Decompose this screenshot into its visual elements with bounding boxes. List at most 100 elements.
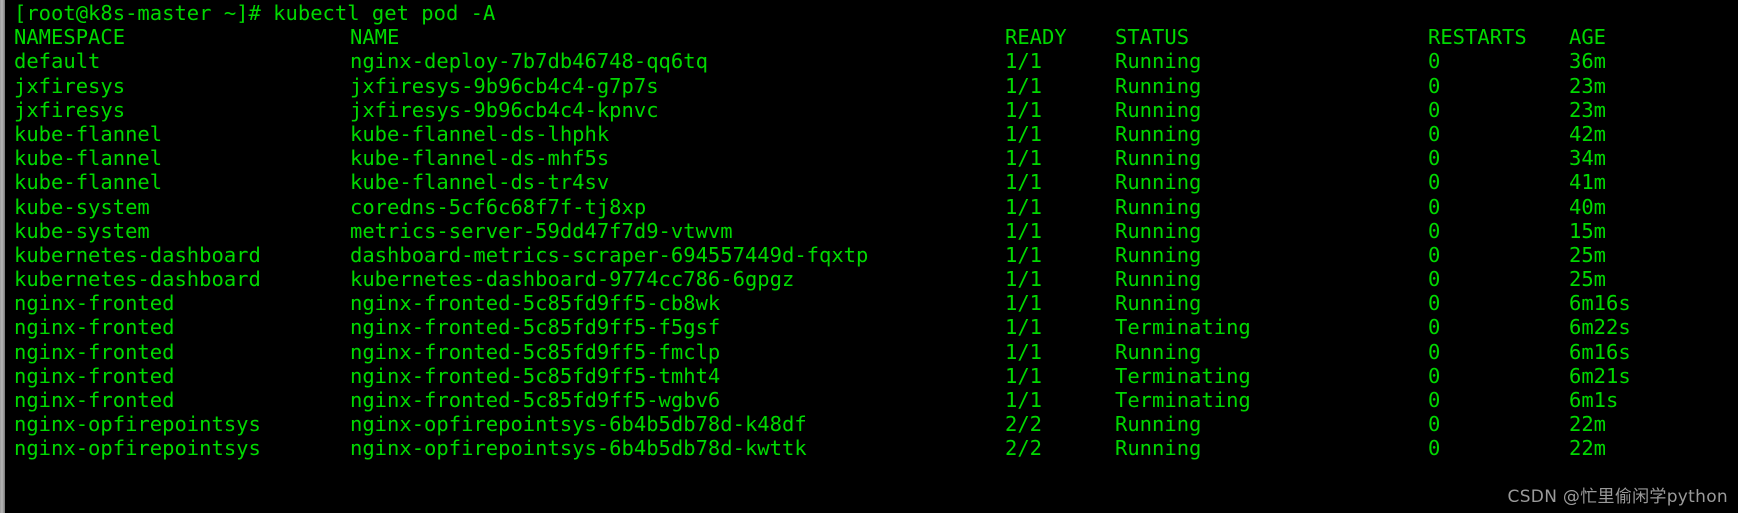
pod-age: 15m: [1569, 218, 1607, 243]
table-row: default nginx-deploy-7b7db46748-qq6tq 1/1 R…: [14, 49, 1738, 73]
pod-age: 22m: [1569, 436, 1607, 461]
pod-age: 40m: [1569, 194, 1607, 219]
pod-age: 34m: [1569, 146, 1607, 171]
pod-namespace: kube-flannel: [14, 121, 163, 146]
pod-restarts: 0: [1428, 388, 1441, 412]
pod-status: Running: [1115, 267, 1202, 292]
pod-name: nginx-opfirepointsys-6b4b5db78d-k48df: [350, 412, 807, 437]
table-row: nginx-fronted nginx-fronted-5c85fd9ff5-tm…: [14, 364, 1738, 388]
pod-restarts: 0: [1428, 49, 1441, 74]
table-row: nginx-opfirepointsys nginx-opfirepointsys…: [14, 436, 1738, 460]
table-row: kubernetes-dashboard dashboard-metrics-sc…: [14, 243, 1738, 267]
pod-age: 42m: [1569, 121, 1607, 146]
pod-age: 25m: [1569, 267, 1607, 292]
pod-ready: 2/2: [1005, 412, 1043, 437]
pod-restarts: 0: [1428, 170, 1441, 195]
pod-namespace: jxfiresys: [14, 97, 126, 122]
pod-namespace: kubernetes-dashboard: [14, 267, 261, 292]
pod-status: Running: [1115, 97, 1202, 122]
pod-restarts: 0: [1428, 97, 1441, 122]
pod-age: 36m: [1569, 49, 1607, 74]
pod-restarts: 0: [1428, 146, 1441, 171]
pod-name: kube-flannel-ds-mhf5s: [350, 146, 610, 171]
pod-age: 6m1s: [1569, 388, 1619, 412]
pod-namespace: nginx-opfirepointsys: [14, 412, 261, 437]
pod-age: 6m16s: [1569, 339, 1631, 364]
table-row: jxfiresys jxfiresys-9b96cb4c4-g7p7s 1/1 Run…: [14, 74, 1738, 98]
pod-status: Terminating: [1115, 363, 1251, 388]
column-header-age: AGE: [1569, 25, 1607, 50]
table-row: jxfiresys jxfiresys-9b96cb4c4-kpnvc 1/1 Run…: [14, 98, 1738, 122]
pod-namespace: kube-flannel: [14, 146, 163, 171]
table-row: nginx-fronted nginx-fronted-5c85fd9ff5-wg…: [14, 388, 1738, 412]
pod-restarts: 0: [1428, 121, 1441, 146]
pod-name: jxfiresys-9b96cb4c4-g7p7s: [350, 73, 659, 98]
pod-status: Running: [1115, 218, 1202, 243]
pod-ready: 1/1: [1005, 73, 1043, 98]
pod-age: 6m21s: [1569, 363, 1631, 388]
pod-name: metrics-server-59dd47f7d9-vtwvm: [350, 218, 733, 243]
pod-restarts: 0: [1428, 194, 1441, 219]
pod-namespace: nginx-opfirepointsys: [14, 436, 261, 461]
pod-name: nginx-deploy-7b7db46748-qq6tq: [350, 49, 708, 74]
pod-ready: 1/1: [1005, 242, 1043, 267]
pod-ready: 1/1: [1005, 49, 1043, 74]
pod-restarts: 0: [1428, 291, 1441, 316]
pod-restarts: 0: [1428, 73, 1441, 98]
column-header-name: NAME: [350, 25, 400, 50]
shell-prompt-line: [root@k8s-master ~]# kubectl get pod -A: [14, 1, 1738, 25]
column-header-ready: READY: [1005, 25, 1067, 50]
terminal-screen[interactable]: [root@k8s-master ~]# kubectl get pod -A …: [5, 0, 1738, 513]
pod-ready: 1/1: [1005, 218, 1043, 243]
pod-namespace: nginx-fronted: [14, 291, 175, 316]
pod-status: Running: [1115, 73, 1202, 98]
pod-name: jxfiresys-9b96cb4c4-kpnvc: [350, 97, 659, 122]
terminal-window[interactable]: [root@k8s-master ~]# kubectl get pod -A …: [0, 0, 1738, 513]
pod-name: nginx-opfirepointsys-6b4b5db78d-kwttk: [350, 436, 807, 461]
pod-namespace: kube-flannel: [14, 170, 163, 195]
pod-age: 23m: [1569, 73, 1607, 98]
pod-name: nginx-fronted-5c85fd9ff5-tmht4: [350, 363, 721, 388]
pod-ready: 1/1: [1005, 363, 1043, 388]
pod-name: nginx-fronted-5c85fd9ff5-fmclp: [350, 339, 721, 364]
table-row: kube-flannel kube-flannel-ds-tr4sv 1/1 Runn…: [14, 170, 1738, 194]
pod-namespace: nginx-fronted: [14, 363, 175, 388]
pod-name: nginx-fronted-5c85fd9ff5-f5gsf: [350, 315, 721, 340]
pod-status: Terminating: [1115, 315, 1251, 340]
table-rows-container: default nginx-deploy-7b7db46748-qq6tq 1/1 R…: [14, 49, 1738, 460]
pod-namespace: kube-system: [14, 194, 150, 219]
table-header-row: NAMESPACE NAME READY STATUS RESTARTS AGE: [14, 25, 1738, 49]
pod-status: Running: [1115, 412, 1202, 437]
pod-restarts: 0: [1428, 412, 1441, 437]
pod-ready: 1/1: [1005, 194, 1043, 219]
pod-ready: 1/1: [1005, 146, 1043, 171]
pod-restarts: 0: [1428, 315, 1441, 340]
pod-namespace: kubernetes-dashboard: [14, 242, 261, 267]
pod-status: Running: [1115, 194, 1202, 219]
pod-age: 41m: [1569, 170, 1607, 195]
pod-status: Running: [1115, 339, 1202, 364]
pod-age: 25m: [1569, 242, 1607, 267]
window-left-gutter: [0, 0, 5, 513]
pod-ready: 2/2: [1005, 436, 1043, 461]
pod-namespace: kube-system: [14, 218, 150, 243]
pod-name: nginx-fronted-5c85fd9ff5-cb8wk: [350, 291, 721, 316]
pod-status: Running: [1115, 436, 1202, 461]
pod-restarts: 0: [1428, 436, 1441, 461]
pod-restarts: 0: [1428, 339, 1441, 364]
table-row: kubernetes-dashboard kubernetes-dashboard…: [14, 267, 1738, 291]
pod-ready: 1/1: [1005, 388, 1043, 412]
column-header-namespace: NAMESPACE: [14, 25, 126, 50]
pod-restarts: 0: [1428, 242, 1441, 267]
pod-status: Running: [1115, 291, 1202, 316]
pod-age: 22m: [1569, 412, 1607, 437]
table-row: nginx-fronted nginx-fronted-5c85fd9ff5-f5…: [14, 315, 1738, 339]
shell-prompt-text: [root@k8s-master ~]# kubectl get pod -A: [14, 1, 496, 25]
table-row: nginx-opfirepointsys nginx-opfirepointsys…: [14, 412, 1738, 436]
pod-ready: 1/1: [1005, 121, 1043, 146]
table-row: nginx-fronted nginx-fronted-5c85fd9ff5-fm…: [14, 340, 1738, 364]
table-row: kube-flannel kube-flannel-ds-mhf5s 1/1 Runn…: [14, 146, 1738, 170]
pod-status: Running: [1115, 49, 1202, 74]
pod-ready: 1/1: [1005, 339, 1043, 364]
pod-namespace: nginx-fronted: [14, 339, 175, 364]
